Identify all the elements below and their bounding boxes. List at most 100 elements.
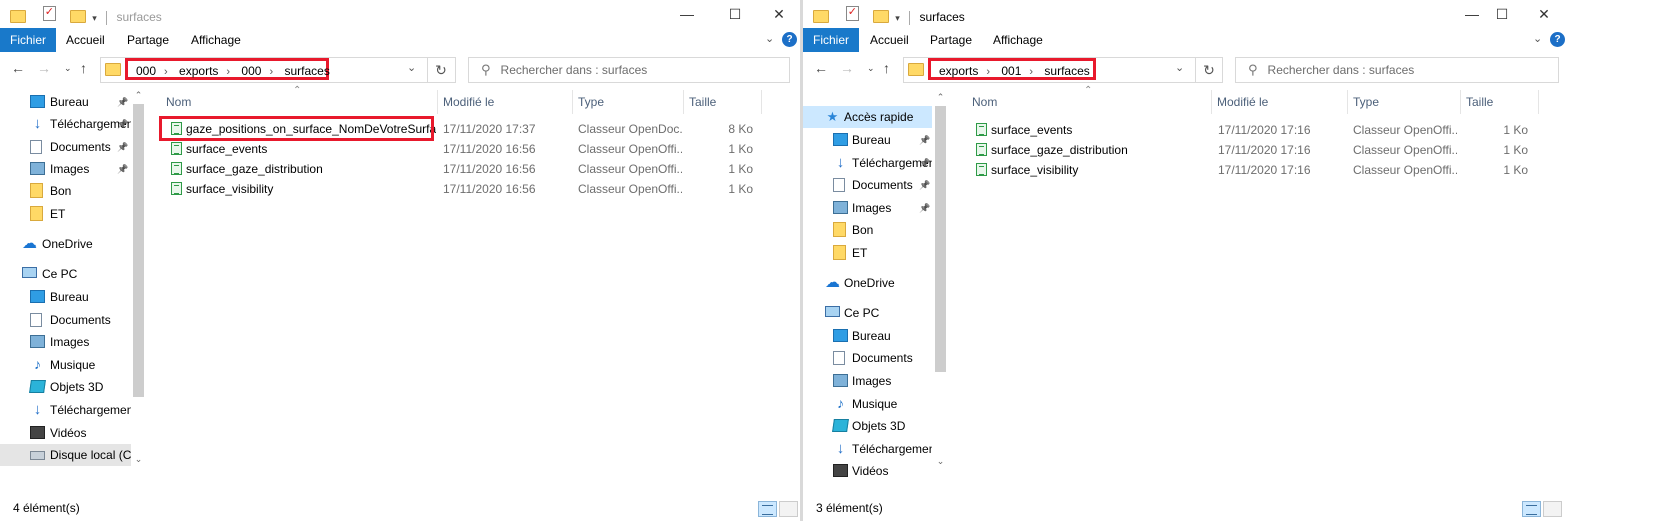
breadcrumb-item[interactable]: 001 bbox=[1001, 64, 1021, 78]
search-box[interactable]: ⚲ Rechercher dans : surfaces bbox=[1235, 57, 1559, 83]
nav-item[interactable]: ↓ Téléchargements bbox=[803, 438, 932, 460]
file-row[interactable]: surface_visibility 17/11/2020 16:56 Classe… bbox=[150, 179, 800, 199]
customize-toolbar-icon[interactable]: ▾ bbox=[893, 13, 900, 23]
close-button[interactable]: ✕ bbox=[756, 0, 800, 28]
folder-icon[interactable] bbox=[813, 10, 829, 23]
nav-item[interactable]: ET bbox=[0, 203, 131, 225]
nav-item[interactable]: ↓Téléchargements📌 bbox=[803, 152, 932, 174]
forward-arrow-icon[interactable]: → bbox=[840, 60, 854, 76]
nav-item[interactable]: Images 📌 bbox=[803, 197, 932, 219]
file-row[interactable]: surface_visibility 17/11/2020 17:16 Classe… bbox=[955, 160, 1555, 180]
nav-item[interactable]: Bon bbox=[0, 180, 131, 202]
address-bar[interactable]: 000 › exports › 000 › surfaces ⌄ ↻ bbox=[100, 57, 456, 83]
refresh-icon[interactable]: ↻ bbox=[427, 58, 454, 82]
large-icons-view-icon[interactable] bbox=[779, 501, 798, 517]
column-separator[interactable] bbox=[437, 90, 438, 114]
ribbon-expand-chevron-icon[interactable]: ⌄ bbox=[765, 32, 774, 45]
breadcrumb-item[interactable]: 000 bbox=[241, 64, 261, 78]
scrollbar-thumb[interactable] bbox=[133, 104, 144, 397]
column-separator[interactable] bbox=[683, 90, 684, 114]
nav-item[interactable]: Images bbox=[0, 331, 131, 353]
tab-home[interactable]: Accueil bbox=[56, 28, 115, 52]
nav-item[interactable]: Vidéos bbox=[0, 422, 131, 444]
search-box[interactable]: ⚲ Rechercher dans : surfaces bbox=[468, 57, 790, 83]
column-header-type[interactable]: Type bbox=[1353, 88, 1379, 116]
large-icons-view-icon[interactable] bbox=[1543, 501, 1562, 517]
nav-item[interactable]: Documents bbox=[0, 309, 131, 331]
address-dropdown-chevron-icon[interactable]: ⌄ bbox=[407, 61, 416, 74]
nav-item[interactable]: ☁ OneDrive bbox=[0, 233, 131, 255]
column-separator[interactable] bbox=[1538, 90, 1539, 114]
customize-toolbar-icon[interactable]: ▾ bbox=[90, 13, 97, 23]
breadcrumb-item[interactable]: surfaces bbox=[1044, 64, 1089, 78]
minimize-button[interactable]: — bbox=[664, 0, 710, 28]
details-view-icon[interactable] bbox=[1522, 501, 1541, 517]
tab-view[interactable]: Affichage bbox=[181, 28, 251, 52]
nav-item[interactable]: ↓ Téléchargements bbox=[0, 399, 131, 421]
column-separator[interactable] bbox=[1211, 90, 1212, 114]
nav-item[interactable]: Bureau bbox=[0, 286, 131, 308]
column-separator[interactable] bbox=[761, 90, 762, 114]
nav-item[interactable]: ♪ Musique bbox=[803, 393, 932, 415]
nav-item[interactable]: ↓Téléchargements📌 bbox=[0, 113, 131, 135]
scroll-down-icon[interactable]: ⌄ bbox=[933, 454, 948, 468]
scrollbar-thumb[interactable] bbox=[935, 106, 946, 372]
nav-item[interactable]: Ce PC bbox=[803, 302, 932, 324]
breadcrumb-item[interactable]: exports bbox=[179, 64, 218, 78]
tab-home[interactable]: Accueil bbox=[860, 28, 919, 52]
nav-item[interactable]: Vidéos bbox=[803, 460, 932, 482]
file-row[interactable]: surface_events 17/11/2020 16:56 Classeur O… bbox=[150, 139, 800, 159]
close-button[interactable]: ✕ bbox=[1521, 0, 1567, 28]
scroll-up-icon[interactable]: ⌃ bbox=[933, 90, 948, 104]
properties-icon[interactable] bbox=[42, 5, 56, 21]
details-view-icon[interactable] bbox=[758, 501, 777, 517]
recent-locations-chevron-icon[interactable]: ⌄ bbox=[867, 63, 875, 74]
up-arrow-icon[interactable]: ↑ bbox=[883, 60, 890, 76]
help-icon[interactable]: ? bbox=[1550, 32, 1565, 47]
recent-locations-chevron-icon[interactable]: ⌄ bbox=[64, 63, 72, 74]
nav-item[interactable]: Bon bbox=[803, 219, 932, 241]
file-row[interactable]: surface_gaze_distribution 17/11/2020 16:5… bbox=[150, 159, 800, 179]
tab-file[interactable]: Fichier bbox=[0, 28, 57, 52]
nav-item[interactable]: Images 📌 bbox=[0, 158, 131, 180]
nav-item[interactable]: Bureau bbox=[803, 325, 932, 347]
file-row[interactable]: surface_gaze_distribution 17/11/2020 17:1… bbox=[955, 140, 1555, 160]
file-row[interactable]: surface_events 17/11/2020 17:16 Classeur O… bbox=[955, 120, 1555, 140]
nav-item[interactable]: ♪ Musique bbox=[0, 354, 131, 376]
address-bar[interactable]: exports › 001 › surfaces ⌄ ↻ bbox=[903, 57, 1223, 83]
nav-item[interactable]: Bureau 📌 bbox=[803, 129, 932, 151]
nav-item[interactable]: Disque local (C:) bbox=[0, 444, 131, 466]
refresh-icon[interactable]: ↻ bbox=[1195, 58, 1222, 82]
new-folder-icon[interactable] bbox=[70, 10, 87, 23]
ribbon-expand-chevron-icon[interactable]: ⌄ bbox=[1533, 32, 1542, 45]
nav-item[interactable]: Images bbox=[803, 370, 932, 392]
tab-share[interactable]: Partage bbox=[920, 28, 982, 52]
nav-item[interactable]: Documents bbox=[803, 347, 932, 369]
column-header-name[interactable]: Nom bbox=[972, 88, 997, 116]
nav-scrollbar[interactable]: ⌃ ⌄ bbox=[933, 88, 948, 468]
nav-item[interactable]: Objets 3D bbox=[803, 415, 932, 437]
column-header-modified[interactable]: Modifié le bbox=[1217, 88, 1268, 116]
breadcrumb-item[interactable]: 000 bbox=[136, 64, 156, 78]
nav-item[interactable]: ET bbox=[803, 242, 932, 264]
nav-scrollbar[interactable]: ⌃ ⌄ bbox=[131, 88, 146, 468]
column-header-size[interactable]: Taille bbox=[1466, 88, 1493, 116]
tab-share[interactable]: Partage bbox=[117, 28, 179, 52]
back-arrow-icon[interactable]: ← bbox=[814, 60, 828, 76]
column-separator[interactable] bbox=[1460, 90, 1461, 114]
nav-item[interactable]: ☁ OneDrive bbox=[803, 272, 932, 294]
nav-item[interactable]: Objets 3D bbox=[0, 376, 131, 398]
address-dropdown-chevron-icon[interactable]: ⌄ bbox=[1175, 61, 1184, 74]
help-icon[interactable]: ? bbox=[782, 32, 797, 47]
breadcrumb-item[interactable]: exports bbox=[939, 64, 978, 78]
column-header-name[interactable]: Nom bbox=[166, 88, 191, 116]
nav-item[interactable]: Bureau 📌 bbox=[0, 91, 131, 113]
back-arrow-icon[interactable]: ← bbox=[11, 60, 25, 76]
nav-item[interactable]: Documents 📌 bbox=[803, 174, 932, 196]
scroll-down-icon[interactable]: ⌄ bbox=[131, 452, 146, 466]
column-separator[interactable] bbox=[572, 90, 573, 114]
breadcrumb-item[interactable]: surfaces bbox=[284, 64, 329, 78]
tab-file[interactable]: Fichier bbox=[803, 28, 860, 52]
up-arrow-icon[interactable]: ↑ bbox=[80, 60, 87, 76]
folder-icon[interactable] bbox=[10, 10, 26, 23]
